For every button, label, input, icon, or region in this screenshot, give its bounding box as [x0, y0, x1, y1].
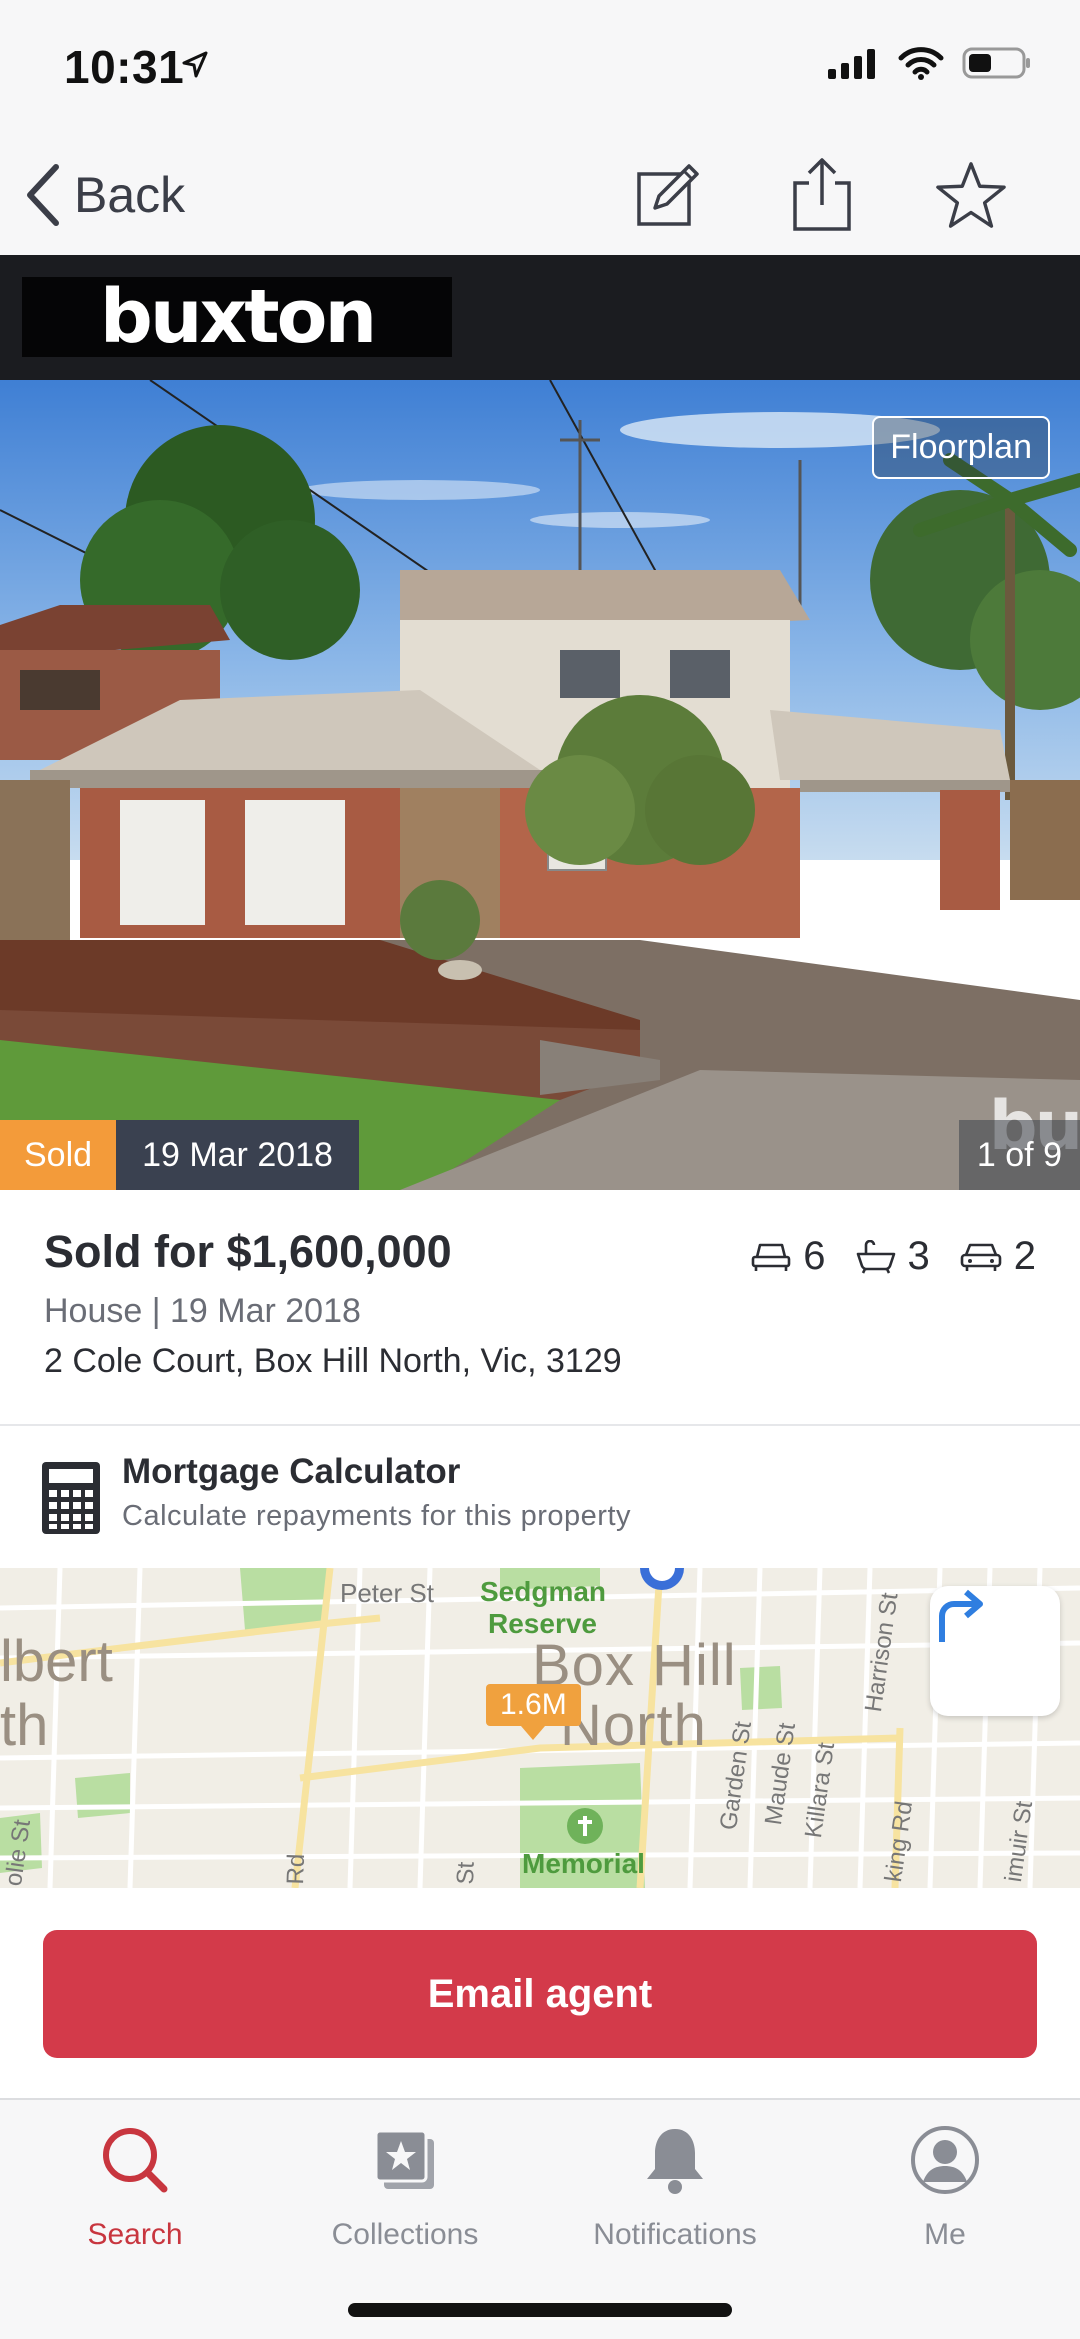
status-time: 10:31 — [64, 41, 185, 93]
agency-logo[interactable]: buxton — [22, 274, 452, 360]
directions-button[interactable] — [930, 1586, 1060, 1716]
location-arrow-icon — [182, 51, 208, 78]
agency-logo-text: buxton — [99, 274, 377, 360]
bathrooms-feature: 3 — [856, 1234, 930, 1279]
calculator-icon — [42, 1462, 100, 1534]
search-icon — [103, 2128, 168, 2193]
map-label-rd: Rd — [282, 1853, 311, 1885]
favourite-button[interactable] — [935, 159, 1007, 231]
tab-search-label: Search — [87, 2218, 183, 2251]
map-label-suburb-north: North — [560, 1693, 707, 1758]
directions-arrow-icon — [939, 1589, 983, 1642]
map-label-th: th — [0, 1693, 49, 1758]
bedrooms-feature: 6 — [751, 1234, 826, 1279]
back-button[interactable]: Back — [22, 157, 185, 233]
share-icon — [793, 158, 851, 231]
tab-me-label: Me — [924, 2218, 966, 2251]
share-button[interactable] — [786, 158, 858, 231]
tab-search[interactable]: Search — [0, 2120, 270, 2270]
navigation-bar: Back — [0, 135, 1080, 255]
map-label-peter-st: Peter St — [340, 1578, 434, 1608]
parking-count: 2 — [1013, 1234, 1036, 1278]
map-label-sedgman: Sedgman — [480, 1576, 607, 1607]
chevron-left-icon — [27, 164, 59, 226]
sold-date-badge: 19 Mar 2018 — [116, 1120, 359, 1190]
tab-collections-label: Collections — [331, 2218, 479, 2251]
collections-icon — [374, 2129, 434, 2189]
mortgage-title: Mortgage Calculator — [122, 1452, 461, 1491]
email-agent-button[interactable]: Email agent — [43, 1930, 1037, 2058]
bed-icon — [751, 1243, 791, 1271]
wifi-icon — [898, 47, 944, 80]
tab-collections[interactable]: Collections — [270, 2120, 540, 2270]
map-label-memorial: Memorial — [522, 1848, 645, 1879]
bedrooms-count: 6 — [803, 1234, 826, 1278]
map-price-pin[interactable]: 1.6M — [486, 1684, 581, 1740]
listing-summary: Sold for $1,600,000 House | 19 Mar 2018 … — [0, 1190, 1080, 1426]
property-features: 6 3 2 — [751, 1234, 1036, 1279]
mortgage-subtitle: Calculate repayments for this property — [122, 1500, 631, 1532]
map-label-st: St — [452, 1861, 480, 1885]
sale-badges: Sold 19 Mar 2018 — [0, 1120, 359, 1190]
mortgage-calculator-row[interactable]: Mortgage Calculator Calculate repayments… — [0, 1428, 1080, 1568]
user-icon — [911, 2126, 979, 2194]
battery-icon — [962, 47, 1030, 79]
edit-button[interactable] — [632, 159, 704, 231]
photo-counter: 1 of 9 — [958, 1120, 1080, 1190]
bell-icon — [647, 2129, 703, 2194]
property-type-date: House | 19 Mar 2018 — [44, 1292, 361, 1330]
signal-icon — [828, 49, 875, 79]
tab-notifications-label: Notifications — [593, 2218, 757, 2251]
sold-badge: Sold — [0, 1120, 117, 1190]
property-photo[interactable]: Floorplan bu Sold 19 Mar 2018 1 of 9 — [0, 380, 1080, 1190]
house-photo-illustration — [0, 380, 1080, 1190]
home-indicator — [348, 2303, 732, 2317]
agency-banner: buxton — [0, 255, 1080, 380]
back-label: Back — [74, 167, 186, 223]
map-label-albert: lbert — [0, 1629, 113, 1694]
bath-icon — [856, 1239, 895, 1274]
location-map[interactable]: Peter St Sedgman Reserve Box Hill North … — [0, 1568, 1080, 1888]
car-icon — [960, 1243, 1002, 1271]
bathrooms-count: 3 — [907, 1234, 930, 1278]
floorplan-button[interactable]: Floorplan — [872, 416, 1050, 479]
tab-me[interactable]: Me — [810, 2120, 1080, 2270]
sold-price: Sold for $1,600,000 — [44, 1226, 452, 1277]
edit-icon — [637, 164, 699, 226]
status-bar: 10:31 — [0, 0, 1080, 135]
property-address: 2 Cole Court, Box Hill North, Vic, 3129 — [44, 1342, 622, 1380]
tab-notifications[interactable]: Notifications — [540, 2120, 810, 2270]
star-icon — [936, 162, 1006, 228]
status-icons — [828, 46, 1032, 80]
parking-feature: 2 — [960, 1234, 1036, 1279]
cta-section: Email agent — [0, 1888, 1080, 2098]
